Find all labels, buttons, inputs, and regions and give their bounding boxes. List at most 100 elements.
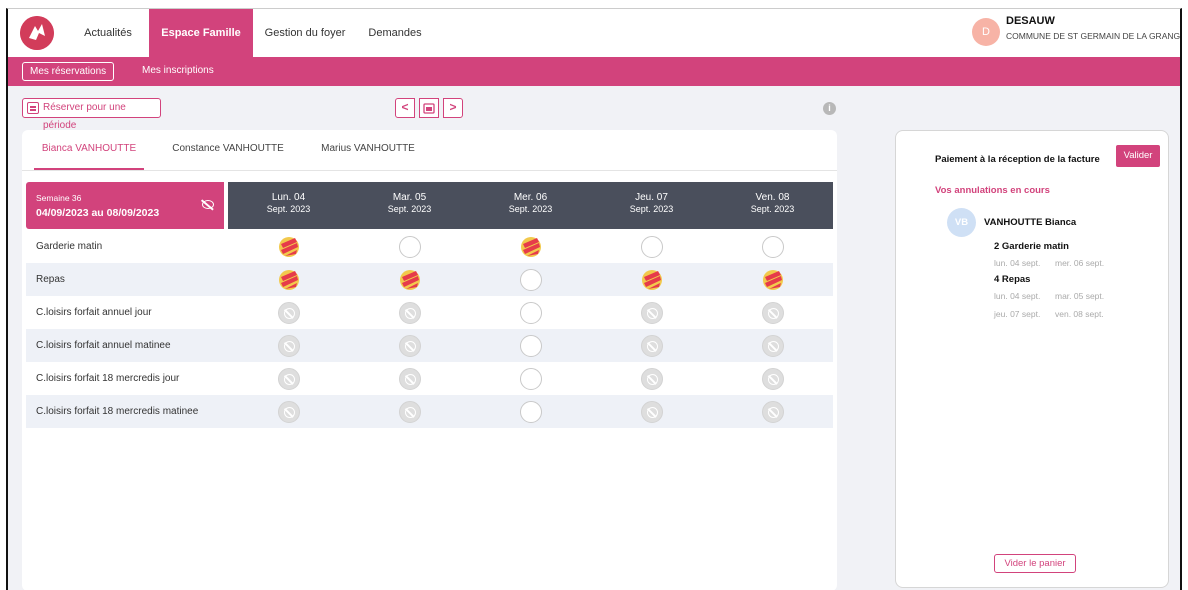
cancel-date: ven. 08 sept.: [1055, 309, 1104, 319]
reservation-cell-unavailable: [277, 335, 300, 357]
info-icon[interactable]: i: [823, 102, 836, 115]
reservation-cell[interactable]: [519, 368, 542, 390]
day-column-header: Mar. 05 Sept. 2023: [349, 192, 470, 215]
nav-gestion-foyer[interactable]: Gestion du foyer: [260, 9, 350, 57]
cancelled-booking-icon: [520, 237, 541, 257]
reservation-cell-unavailable: [398, 368, 421, 390]
calendar-icon: [423, 103, 435, 114]
reservation-cell-unavailable: [761, 368, 784, 390]
cancel-date: lun. 04 sept.: [994, 291, 1041, 301]
reservation-cell[interactable]: [519, 335, 542, 357]
reserve-period-label: Réserver pour une période: [43, 102, 126, 131]
tab-divider: [22, 170, 837, 171]
reservation-cell-cancelled[interactable]: [520, 236, 542, 258]
subnav-mes-inscriptions[interactable]: Mes inscriptions: [135, 62, 221, 81]
activity-label: Repas: [36, 274, 65, 285]
cancelled-booking-icon: [278, 270, 299, 290]
cancel-date: jeu. 07 sept.: [994, 309, 1041, 319]
app-logo[interactable]: [20, 16, 54, 50]
sub-navigation: Mes réservations Mes inscriptions: [8, 57, 1180, 86]
user-menu[interactable]: D DESAUW COMMUNE DE ST GERMAIN DE LA GRA…: [972, 13, 1180, 53]
payment-title: Paiement à la réception de la facture: [935, 154, 1100, 165]
reservation-cell-cancelled[interactable]: [399, 269, 421, 291]
prev-week-button[interactable]: <: [395, 98, 415, 118]
day-name: Lun. 04: [271, 192, 306, 203]
day-name: Mar. 05: [392, 192, 427, 203]
reservation-cell-unavailable: [761, 401, 784, 423]
avatar: VB: [947, 208, 976, 237]
reservation-cell-unavailable: [761, 335, 784, 357]
reservation-cell[interactable]: [519, 302, 542, 324]
activity-label: C.loisirs forfait annuel matinee: [36, 340, 171, 351]
cancel-date: mer. 06 sept.: [1055, 258, 1105, 268]
cancelled-booking-icon: [399, 270, 420, 290]
calendar-picker-button[interactable]: [419, 98, 439, 118]
reservation-cell-cancelled[interactable]: [278, 236, 300, 258]
activity-label: C.loisirs forfait 18 mercredis jour: [36, 373, 180, 384]
activity-label: Garderie matin: [36, 241, 103, 252]
chevron-right-icon: >: [449, 100, 457, 114]
reservation-cell[interactable]: [519, 401, 542, 423]
tab-child-bianca[interactable]: Bianca VANHOUTTE: [34, 142, 144, 170]
reservation-cell[interactable]: [761, 236, 784, 258]
reservation-cell-cancelled[interactable]: [641, 269, 663, 291]
tab-child-marius[interactable]: Marius VANHOUTTE: [316, 142, 420, 170]
top-navigation: Actualités Espace Famille Gestion du foy…: [8, 9, 1180, 57]
nav-actualites[interactable]: Actualités: [72, 9, 144, 57]
activity-label: C.loisirs forfait annuel jour: [36, 307, 152, 318]
table-row: C.loisirs forfait annuel matinee: [26, 329, 833, 362]
cancelled-booking-icon: [762, 270, 783, 290]
nav-demandes[interactable]: Demandes: [360, 9, 430, 57]
valider-button[interactable]: Valider: [1116, 145, 1160, 167]
activity-label: C.loisirs forfait 18 mercredis matinee: [36, 406, 199, 417]
week-selector: Semaine 36 04/09/2023 au 08/09/2023: [26, 182, 224, 229]
reservation-cell[interactable]: [519, 269, 542, 291]
reservation-cell-unavailable: [398, 302, 421, 324]
reservation-cell-unavailable: [398, 401, 421, 423]
day-month: Sept. 2023: [629, 204, 674, 214]
cancelled-booking-icon: [278, 237, 299, 257]
cancellations-title: Vos annulations en cours: [935, 185, 1050, 196]
reservation-cell-unavailable: [277, 368, 300, 390]
reservation-cell-unavailable: [640, 335, 663, 357]
next-week-button[interactable]: >: [443, 98, 463, 118]
reservation-cell-unavailable: [277, 302, 300, 324]
basket-panel: Paiement à la réception de la facture Va…: [895, 130, 1169, 588]
cancel-date: lun. 04 sept.: [994, 258, 1041, 268]
day-name: Ven. 08: [755, 192, 790, 203]
clear-basket-button[interactable]: Vider le panier: [994, 554, 1076, 573]
cancelled-booking-icon: [641, 270, 662, 290]
table-row: Repas: [26, 263, 833, 296]
reservation-cell-unavailable: [277, 401, 300, 423]
avatar: D: [972, 18, 1000, 46]
reservation-cell-cancelled[interactable]: [762, 269, 784, 291]
table-row: Garderie matin: [26, 230, 833, 263]
calendar-list-icon: [27, 102, 39, 114]
cancel-group-title: 4 Repas: [994, 274, 1031, 285]
cancel-group-title: 2 Garderie matin: [994, 241, 1069, 252]
week-number: Semaine 36: [36, 193, 82, 203]
reservation-cell-unavailable: [398, 335, 421, 357]
user-commune: COMMUNE DE ST GERMAIN DE LA GRANGE: [1006, 31, 1182, 41]
reservation-cell-unavailable: [640, 368, 663, 390]
reservation-cell[interactable]: [398, 236, 421, 258]
day-column-header: Jeu. 07 Sept. 2023: [591, 192, 712, 215]
day-column-header: Ven. 08 Sept. 2023: [712, 192, 833, 215]
reserve-period-button[interactable]: Réserver pour une période: [22, 98, 161, 131]
reservation-cell-cancelled[interactable]: [278, 269, 300, 291]
day-column-header: Mer. 06 Sept. 2023: [470, 192, 591, 215]
subnav-mes-reservations[interactable]: Mes réservations: [22, 62, 115, 81]
day-name: Jeu. 07: [635, 192, 668, 203]
eye-slash-icon[interactable]: [202, 200, 214, 209]
user-name: DESAUW: [1006, 15, 1055, 27]
day-name: Mer. 06: [513, 192, 548, 203]
reservation-cell-unavailable: [761, 302, 784, 324]
week-range: 04/09/2023 au 08/09/2023: [36, 207, 160, 219]
nav-espace-famille[interactable]: Espace Famille: [149, 9, 253, 57]
day-column-header: Lun. 04 Sept. 2023: [228, 192, 349, 215]
tab-child-constance[interactable]: Constance VANHOUTTE: [168, 142, 288, 170]
chevron-left-icon: <: [401, 100, 409, 114]
table-row: C.loisirs forfait annuel jour: [26, 296, 833, 329]
reservation-cell-unavailable: [640, 401, 663, 423]
reservation-cell[interactable]: [640, 236, 663, 258]
